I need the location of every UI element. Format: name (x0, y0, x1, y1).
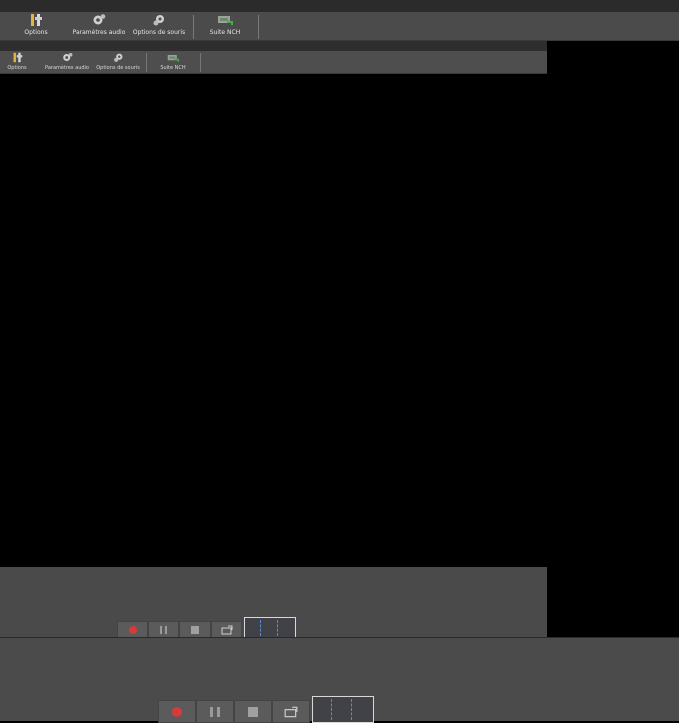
main-toolbar: Options Paramètres audio Options de sour… (0, 12, 679, 41)
inner-toolbar-separator (146, 53, 147, 72)
inner-toolbar-nch-suite-label: Suite NCH (160, 65, 186, 71)
inner-audio-preview (244, 617, 296, 639)
audio-preview (312, 696, 374, 723)
inner-toolbar-mouse-options-label: Options de souris (96, 65, 140, 71)
inner-toolbar-separator (200, 53, 201, 72)
nch-suite-icon (217, 13, 233, 27)
capture-preview-area (0, 74, 547, 567)
toolbar-audio-settings-button[interactable]: Paramètres audio (72, 13, 126, 39)
inner-window-top-strip (0, 41, 547, 51)
pause-icon (210, 706, 220, 717)
toolbar-options-label: Options (24, 29, 48, 36)
inner-toolbar-mouse-options-button[interactable]: Options de souris (96, 52, 140, 72)
toolbar-mouse-options-button[interactable]: Options de souris (132, 13, 186, 39)
controls-panel (0, 637, 679, 723)
audio-settings-icon (91, 13, 107, 27)
audio-settings-icon (61, 52, 73, 63)
toolbar-separator (258, 15, 259, 39)
inner-toolbar-options-label: Options (7, 65, 27, 71)
options-icon (28, 13, 44, 27)
toolbar-audio-settings-label: Paramètres audio (72, 29, 126, 36)
inner-toolbar: Options Paramètres audio Options de sour… (0, 51, 547, 74)
window-top-strip (0, 0, 679, 12)
options-icon (11, 52, 23, 63)
background-area (547, 41, 679, 637)
mouse-options-icon (112, 52, 124, 63)
inner-toolbar-audio-settings-label: Paramètres audio (45, 65, 89, 71)
toolbar-separator (193, 15, 194, 39)
record-icon (172, 706, 182, 717)
toolbar-nch-suite-label: Suite NCH (209, 29, 241, 36)
nch-suite-icon (167, 52, 179, 63)
mouse-options-icon (151, 13, 167, 27)
inner-toolbar-options-button[interactable]: Options (4, 52, 30, 72)
pause-icon (160, 626, 167, 634)
toolbar-options-button[interactable]: Options (20, 13, 52, 39)
toolbar-mouse-options-label: Options de souris (132, 29, 186, 36)
snapshot-icon (284, 706, 298, 717)
toolbar-nch-suite-button[interactable]: Suite NCH (208, 13, 242, 39)
stop-icon (191, 626, 199, 634)
inner-toolbar-nch-suite-button[interactable]: Suite NCH (158, 52, 188, 72)
stop-icon (248, 706, 258, 717)
inner-controls-panel (0, 567, 547, 639)
record-icon (128, 626, 137, 634)
inner-toolbar-audio-settings-button[interactable]: Paramètres audio (45, 52, 89, 72)
snapshot-icon (221, 625, 232, 635)
